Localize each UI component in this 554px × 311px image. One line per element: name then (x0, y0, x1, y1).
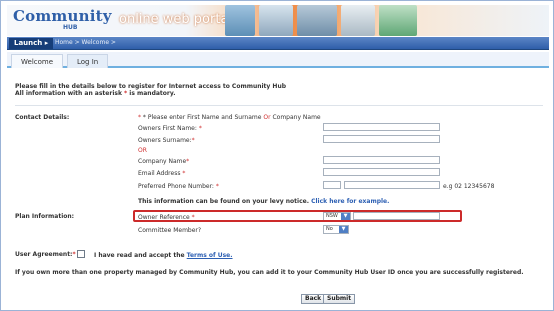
user-agreement-label: User Agreement:* (15, 251, 76, 258)
tab-welcome[interactable]: Welcome (11, 54, 64, 68)
back-button[interactable]: Back (301, 294, 326, 304)
submit-button[interactable]: Submit (323, 294, 356, 304)
first-name-label: Owners First Name: * (138, 125, 202, 132)
phone-number-input[interactable] (344, 181, 440, 189)
phone-area-code-input[interactable] (323, 181, 341, 189)
nav-bar: Launch ▸ Home > Welcome > (7, 37, 549, 50)
committee-member-select[interactable]: No ▼ (323, 225, 349, 234)
phone-label: Preferred Phone Number: * (138, 183, 219, 190)
plan-section-label: Plan Information: (15, 213, 75, 220)
banner-photo-1 (225, 5, 255, 36)
surname-label: Owners Surname:* (138, 137, 195, 144)
surname-input[interactable] (323, 135, 440, 143)
chevron-down-icon: ▼ (339, 226, 348, 233)
header-banner: Community HUB online web portal (7, 5, 549, 36)
company-name-input[interactable] (323, 156, 440, 164)
levy-example-link[interactable]: Click here for example. (311, 198, 389, 205)
community-logo: Community (13, 7, 112, 25)
multiple-property-note: If you own more than one property manage… (15, 269, 524, 276)
contact-hint: * * Please enter First Name and Surname … (138, 114, 321, 121)
email-input[interactable] (323, 168, 440, 176)
banner-photos (219, 5, 417, 36)
contact-section-label: Contact Details: (15, 114, 70, 121)
launch-button[interactable]: Launch ▸ (9, 38, 54, 49)
breadcrumb[interactable]: Home > Welcome > (55, 39, 116, 46)
tab-log-in[interactable]: Log In (67, 54, 109, 68)
intro-line-1: Please fill in the details below to regi… (15, 83, 287, 90)
intro-line-2: All information with an asterisk * is ma… (15, 90, 176, 97)
company-name-label: Company Name* (138, 158, 190, 165)
phone-example: e.g 02 12345678 (443, 183, 495, 190)
portal-title: online web portal (119, 12, 233, 27)
user-agreement-checkbox[interactable] (77, 250, 85, 258)
divider (15, 105, 543, 106)
first-name-input[interactable] (323, 123, 440, 131)
owner-reference-highlight (133, 210, 462, 222)
banner-photo-4 (341, 5, 375, 36)
user-agreement-text: I have read and accept the Terms of Use. (94, 252, 233, 259)
committee-member-label: Committee Member? (138, 227, 202, 234)
banner-photo-5 (379, 5, 417, 36)
or-label: OR (138, 147, 147, 154)
levy-notice-text: This information can be found on your le… (138, 198, 390, 205)
email-label: Email Address * (138, 170, 186, 177)
banner-photo-3 (297, 5, 337, 36)
tab-bar: Welcome Log In (7, 52, 549, 68)
banner-photo-2 (259, 5, 293, 36)
terms-of-use-link[interactable]: Terms of Use. (187, 252, 233, 259)
logo-sub: HUB (63, 24, 78, 31)
page-frame: Community HUB online web portal Launch ▸… (0, 0, 554, 311)
